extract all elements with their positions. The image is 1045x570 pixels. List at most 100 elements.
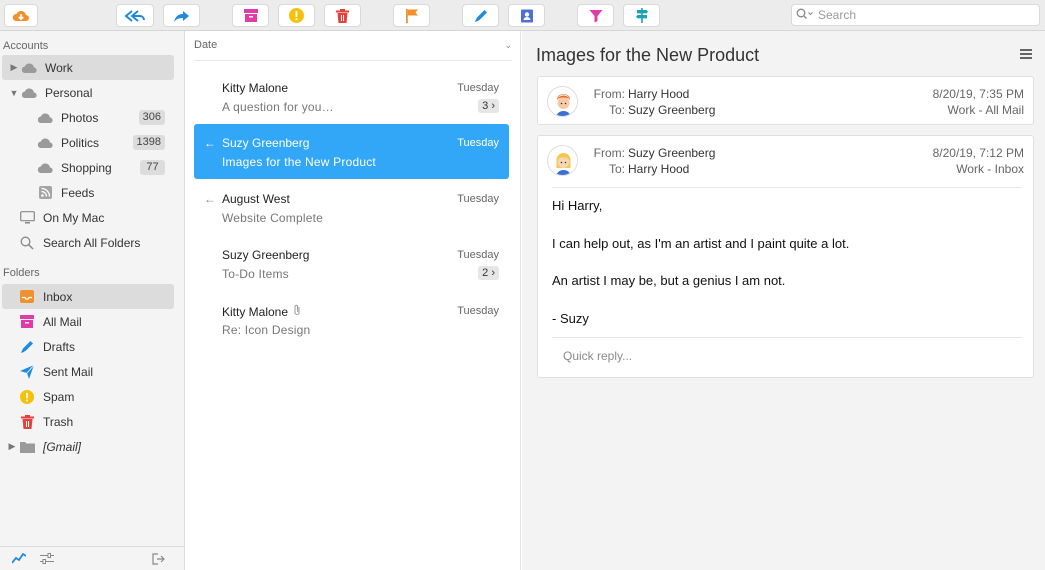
sign-out-icon[interactable] [152, 553, 165, 568]
sidebar-item-gmail[interactable]: ▶ [Gmail] [2, 434, 174, 459]
message-from: Suzy Greenberg [222, 248, 310, 262]
sidebar-item-label: Drafts [43, 339, 76, 354]
activity-icon[interactable] [11, 552, 27, 567]
unread-badge: 1398 [132, 135, 165, 150]
sidebar-item-label: [Gmail] [43, 439, 82, 454]
disclosure-down-icon[interactable]: ▼ [8, 88, 20, 98]
address-book-button[interactable] [508, 4, 545, 27]
sidebar-item-photos[interactable]: Photos 306 [2, 105, 174, 130]
spam-icon [18, 389, 36, 405]
sidebar-item-drafts[interactable]: Drafts [2, 334, 174, 359]
body-paragraph: I can help out, as I'm an artist and I p… [552, 236, 850, 251]
sidebar-item-shopping[interactable]: Shopping 77 [2, 155, 174, 180]
spam-button[interactable] [278, 4, 315, 27]
sidebar-item-work[interactable]: ▶ Work [2, 55, 174, 80]
compose-button[interactable] [462, 4, 499, 27]
message-date: Tuesday [457, 82, 499, 94]
message-item[interactable]: Kitty Malone A question for you… Tuesday… [194, 69, 509, 124]
settings-sliders-icon[interactable] [40, 553, 54, 567]
sidebar-item-sent-mail[interactable]: Sent Mail [2, 359, 174, 384]
sort-header[interactable]: Date ⌄ [194, 39, 512, 61]
thread-count-badge[interactable]: 3 › [478, 99, 499, 113]
body-signature: - Suzy [552, 311, 589, 326]
search-input[interactable] [818, 8, 1018, 22]
message-date: Tuesday [457, 193, 499, 205]
message-card-expanded: From: Suzy Greenberg To: Harry Hood 8/20… [537, 135, 1034, 378]
filter-icon [589, 9, 603, 23]
spam-icon [289, 8, 304, 23]
message-list: Date ⌄ Kitty Malone A question for you… … [185, 31, 521, 570]
sidebar-item-label: Search All Folders [43, 235, 141, 250]
message-date: 8/20/19, 7:35 PM [932, 87, 1024, 101]
replied-arrow-icon: ← [204, 192, 216, 206]
sidebar-item-label: Shopping [61, 160, 112, 175]
forward-button[interactable] [163, 4, 200, 27]
sidebar-item-politics[interactable]: Politics 1398 [2, 130, 174, 155]
get-mail-button[interactable] [4, 4, 38, 27]
body-paragraph: An artist I may be, but a genius I am no… [552, 273, 786, 288]
message-from: Kitty Malone [222, 81, 289, 95]
hamburger-menu-icon[interactable] [1020, 49, 1032, 59]
pencil-icon [474, 9, 488, 23]
sidebar-item-label: Sent Mail [43, 364, 94, 379]
reply-all-button[interactable] [116, 4, 154, 27]
forward-icon [173, 9, 191, 23]
filter-button[interactable] [577, 4, 614, 27]
sidebar-item-trash[interactable]: Trash [2, 409, 174, 434]
search-field[interactable] [791, 4, 1040, 26]
sidebar-item-feeds[interactable]: Feeds [2, 180, 174, 205]
thread-title: Images for the New Product [536, 45, 760, 65]
reply-divider [552, 337, 1022, 338]
sidebar-item-search-all-folders[interactable]: Search All Folders [2, 230, 174, 255]
address-book-icon [520, 9, 534, 23]
signpost-icon [635, 8, 648, 23]
inbox-icon [18, 289, 36, 305]
message-item-selected[interactable]: ← Suzy Greenberg Images for the New Prod… [194, 124, 509, 179]
message-from: August West [222, 192, 290, 206]
reading-pane: Images for the New Product From: Harry H… [522, 31, 1045, 570]
sidebar-item-spam[interactable]: Spam [2, 384, 174, 409]
message-from-wrap: Kitty Malone [222, 304, 301, 319]
thread-count-badge[interactable]: 2 › [478, 266, 499, 280]
sidebar-item-all-mail[interactable]: All Mail [2, 309, 174, 334]
sidebar-item-label: All Mail [43, 314, 82, 329]
archive-button[interactable] [232, 4, 269, 27]
delete-button[interactable] [324, 4, 361, 27]
folder-icon [18, 439, 36, 455]
message-date: Tuesday [457, 305, 499, 317]
rules-button[interactable] [623, 4, 660, 27]
trash-icon [18, 414, 36, 430]
header-divider [552, 187, 1022, 188]
message-item[interactable]: Kitty Malone Re: Icon Design Tuesday [194, 292, 509, 347]
message-card-collapsed[interactable]: From: Harry Hood To: Suzy Greenberg 8/20… [537, 76, 1034, 125]
body-greeting: Hi Harry, [552, 198, 603, 213]
cloud-download-icon [12, 9, 30, 23]
message-item[interactable]: Suzy Greenberg To-Do Items Tuesday 2 › [194, 236, 509, 291]
sidebar-item-label: Feeds [61, 185, 95, 200]
disclosure-right-icon[interactable]: ▶ [6, 441, 18, 452]
sidebar-item-inbox[interactable]: Inbox [2, 284, 174, 309]
chevron-down-icon[interactable]: ⌄ [504, 40, 512, 51]
from-name[interactable]: Suzy Greenberg [628, 146, 715, 160]
sidebar-item-label: Personal [45, 85, 93, 100]
search-icon [18, 235, 36, 251]
cloud-icon [36, 110, 54, 126]
sidebar-item-label: Politics [61, 135, 100, 150]
disclosure-right-icon[interactable]: ▶ [8, 62, 20, 73]
to-name[interactable]: Suzy Greenberg [628, 103, 715, 117]
unread-badge: 306 [138, 110, 165, 125]
sidebar-item-label: On My Mac [43, 210, 105, 225]
to-label: To: [608, 103, 625, 117]
sidebar-item-personal[interactable]: ▼ Personal [2, 80, 174, 105]
folders-heading: Folders [3, 267, 40, 279]
to-name[interactable]: Harry Hood [628, 162, 689, 176]
flag-button[interactable] [393, 4, 430, 27]
message-item[interactable]: ← August West Website Complete Tuesday [194, 180, 509, 235]
sidebar-item-on-my-mac[interactable]: On My Mac [2, 205, 174, 230]
sidebar-footer [0, 546, 184, 570]
mailbox-label: Work - Inbox [956, 162, 1024, 176]
sidebar: Accounts ▶ Work ▼ Personal Photos 306 Po… [0, 31, 185, 570]
message-date: Tuesday [457, 249, 499, 261]
from-name[interactable]: Harry Hood [628, 87, 689, 101]
quick-reply-field[interactable]: Quick reply... [563, 349, 632, 363]
